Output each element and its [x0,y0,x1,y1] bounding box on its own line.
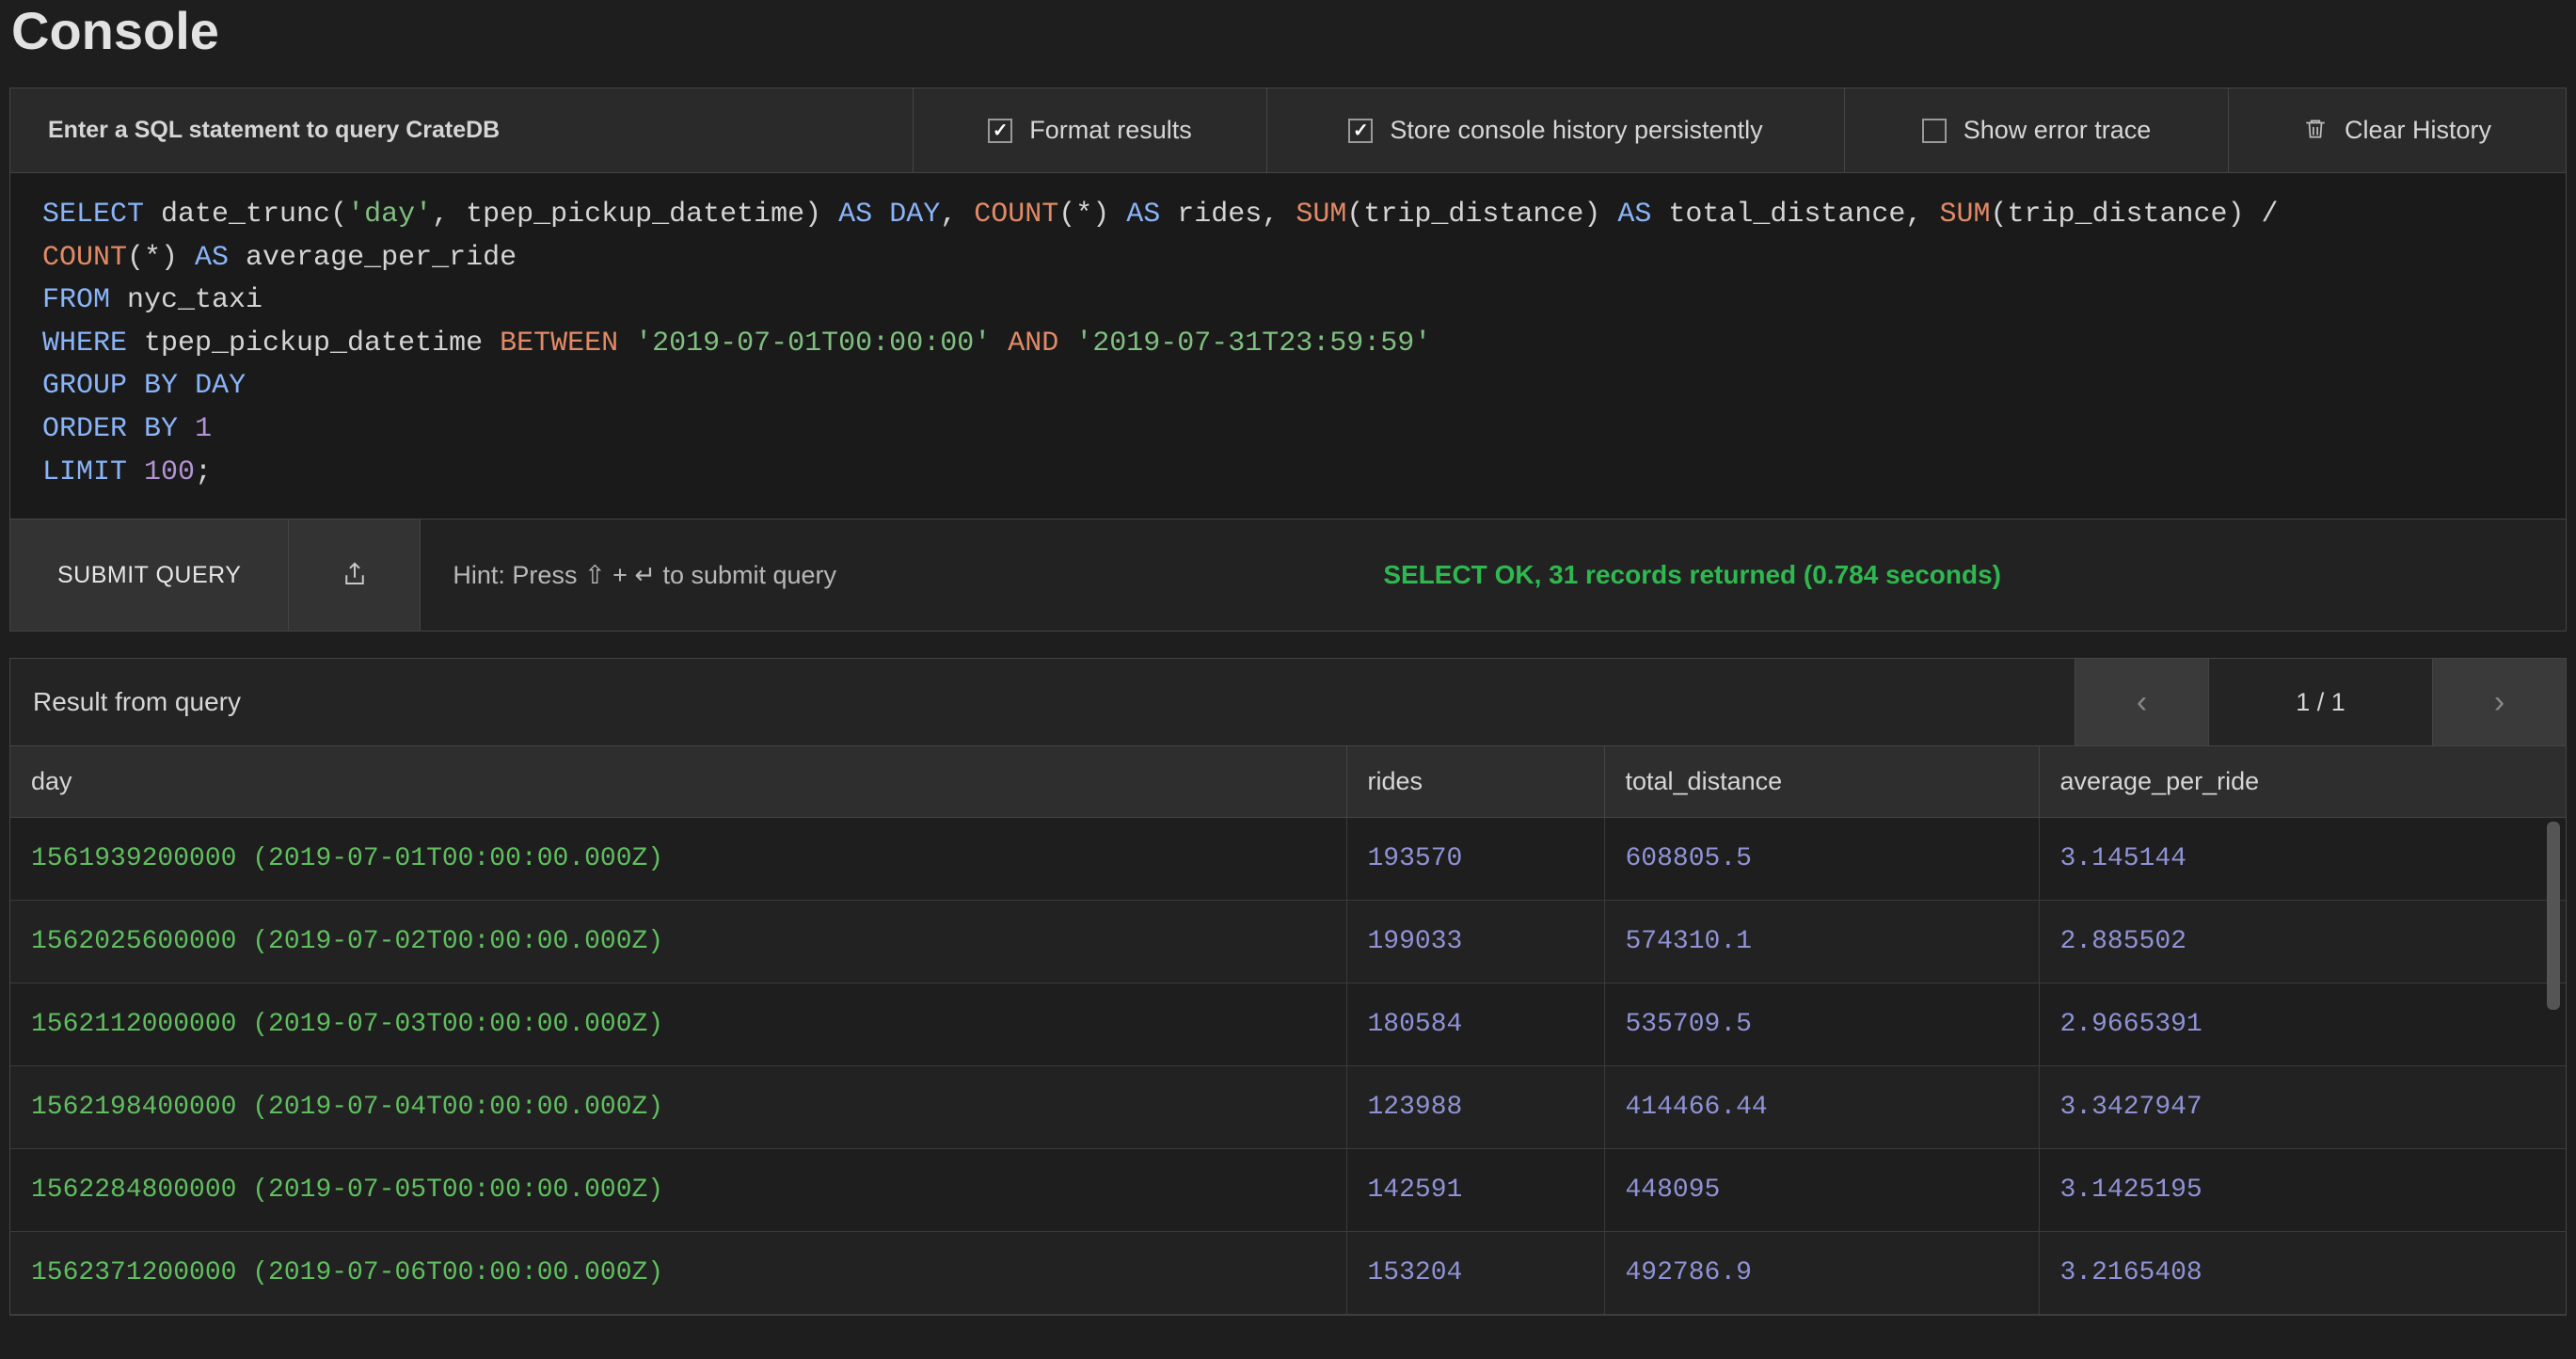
results-table: dayridestotal_distanceaverage_per_ride 1… [10,746,2566,1315]
cell-day: 1562198400000 (2019-07-04T00:00:00.000Z) [10,1066,1346,1149]
cell-value: 3.3427947 [2039,1066,2566,1149]
cell-value: 492786.9 [1604,1232,2039,1315]
show-error-trace-label: Show error trace [1964,116,2152,145]
column-header-rides[interactable]: rides [1346,746,1604,818]
format-results-label: Format results [1029,116,1192,145]
table-row: 1561939200000 (2019-07-01T00:00:00.000Z)… [10,818,2566,901]
share-button[interactable] [289,520,421,631]
trash-icon [2303,115,2328,146]
results-title: Result from query [10,659,2075,745]
column-header-total_distance[interactable]: total_distance [1604,746,2039,818]
table-row: 1562371200000 (2019-07-06T00:00:00.000Z)… [10,1232,2566,1315]
page-title: Console [0,0,2576,88]
cell-value: 448095 [1604,1149,2039,1232]
cell-value: 3.145144 [2039,818,2566,901]
chevron-left-icon: ‹ [2137,684,2147,721]
pager: ‹ 1 / 1 › [2075,659,2566,745]
submit-query-button[interactable]: SUBMIT QUERY [10,520,289,631]
cell-day: 1562025600000 (2019-07-02T00:00:00.000Z) [10,901,1346,983]
cell-value: 535709.5 [1604,983,2039,1066]
query-prompt-label: Enter a SQL statement to query CrateDB [48,117,500,144]
cell-value: 574310.1 [1604,901,2039,983]
clear-history-label: Clear History [2345,116,2491,145]
column-header-average_per_ride[interactable]: average_per_ride [2039,746,2566,818]
pager-prev-button[interactable]: ‹ [2075,659,2208,745]
format-results-toggle[interactable]: Format results [914,88,1267,172]
table-row: 1562112000000 (2019-07-03T00:00:00.000Z)… [10,983,2566,1066]
query-toolbar: Enter a SQL statement to query CrateDB F… [9,88,2567,173]
persist-history-label: Store console history persistently [1390,116,1762,145]
cell-day: 1562371200000 (2019-07-06T00:00:00.000Z) [10,1232,1346,1315]
query-status: SELECT OK, 31 records returned (0.784 se… [1383,560,2566,590]
cell-value: 180584 [1346,983,1604,1066]
cell-value: 153204 [1346,1232,1604,1315]
checkbox-icon [988,119,1012,143]
table-row: 1562198400000 (2019-07-04T00:00:00.000Z)… [10,1066,2566,1149]
cell-day: 1561939200000 (2019-07-01T00:00:00.000Z) [10,818,1346,901]
table-header-row: dayridestotal_distanceaverage_per_ride [10,746,2566,818]
cell-value: 3.2165408 [2039,1232,2566,1315]
results-table-wrap: dayridestotal_distanceaverage_per_ride 1… [9,746,2567,1316]
results-header: Result from query ‹ 1 / 1 › [9,658,2567,746]
scrollbar-thumb[interactable] [2547,822,2560,1010]
table-body: 1561939200000 (2019-07-01T00:00:00.000Z)… [10,818,2566,1315]
table-row: 1562284800000 (2019-07-05T00:00:00.000Z)… [10,1149,2566,1232]
submit-hint: Hint: Press ⇧ + ↵ to submit query [421,561,1383,590]
checkbox-icon [1922,119,1947,143]
cell-value: 2.885502 [2039,901,2566,983]
sql-editor[interactable]: SELECT date_trunc('day', tpep_pickup_dat… [9,173,2567,520]
cell-value: 414466.44 [1604,1066,2039,1149]
action-bar: SUBMIT QUERY Hint: Press ⇧ + ↵ to submit… [9,520,2567,632]
scrollbar[interactable] [2547,822,2560,1330]
checkbox-icon [1348,119,1373,143]
show-error-trace-toggle[interactable]: Show error trace [1845,88,2229,172]
cell-value: 2.9665391 [2039,983,2566,1066]
column-header-day[interactable]: day [10,746,1346,818]
cell-day: 1562284800000 (2019-07-05T00:00:00.000Z) [10,1149,1346,1232]
cell-day: 1562112000000 (2019-07-03T00:00:00.000Z) [10,983,1346,1066]
pager-next-button[interactable]: › [2432,659,2566,745]
cell-value: 608805.5 [1604,818,2039,901]
clear-history-button[interactable]: Clear History [2229,88,2566,172]
cell-value: 123988 [1346,1066,1604,1149]
table-row: 1562025600000 (2019-07-02T00:00:00.000Z)… [10,901,2566,983]
chevron-right-icon: › [2494,684,2504,721]
cell-value: 142591 [1346,1149,1604,1232]
persist-history-toggle[interactable]: Store console history persistently [1267,88,1845,172]
query-prompt: Enter a SQL statement to query CrateDB [10,88,914,172]
cell-value: 3.1425195 [2039,1149,2566,1232]
share-icon [341,557,369,594]
cell-value: 199033 [1346,901,1604,983]
pager-page-label: 1 / 1 [2208,659,2432,745]
cell-value: 193570 [1346,818,1604,901]
